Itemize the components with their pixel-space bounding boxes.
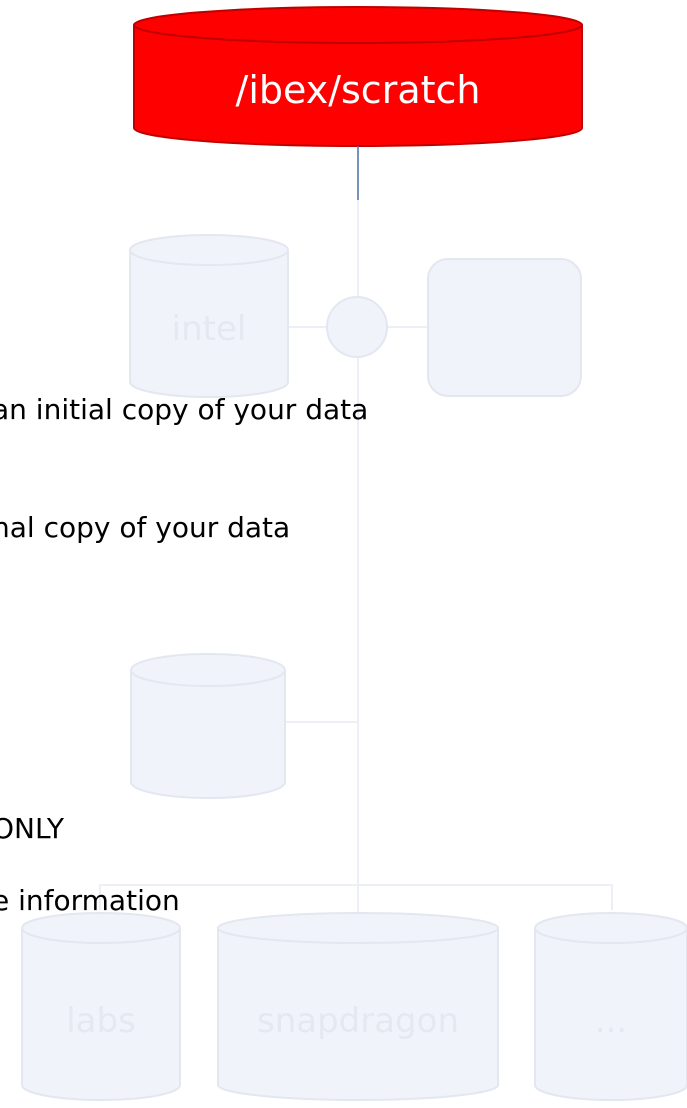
- server-box: [427, 258, 582, 397]
- ibex-scratch-storage: /ibex/scratch: [133, 6, 583, 147]
- storage-diagram: intel labs snapdragon ... /ibex/scratch: [21, 6, 687, 1101]
- snapdragon-label: snapdragon: [257, 1001, 459, 1041]
- labs-storage: labs: [21, 912, 181, 1101]
- switch-node: [326, 296, 388, 358]
- intel-storage: intel: [129, 234, 289, 398]
- ibex-scratch-label: /ibex/scratch: [236, 68, 481, 112]
- intel-label: intel: [172, 309, 247, 349]
- text-line-only: ONLY: [0, 812, 64, 845]
- text-line-final-copy: nal copy of your data: [0, 511, 291, 544]
- more-label: ...: [595, 1001, 627, 1041]
- text-line-information: e information: [0, 884, 180, 917]
- more-storage: ...: [534, 912, 687, 1101]
- snapdragon-storage: snapdragon: [217, 912, 499, 1101]
- text-line-initial-copy: an initial copy of your data: [0, 393, 369, 426]
- labs-label: labs: [66, 1001, 136, 1041]
- middle-storage: [130, 653, 286, 799]
